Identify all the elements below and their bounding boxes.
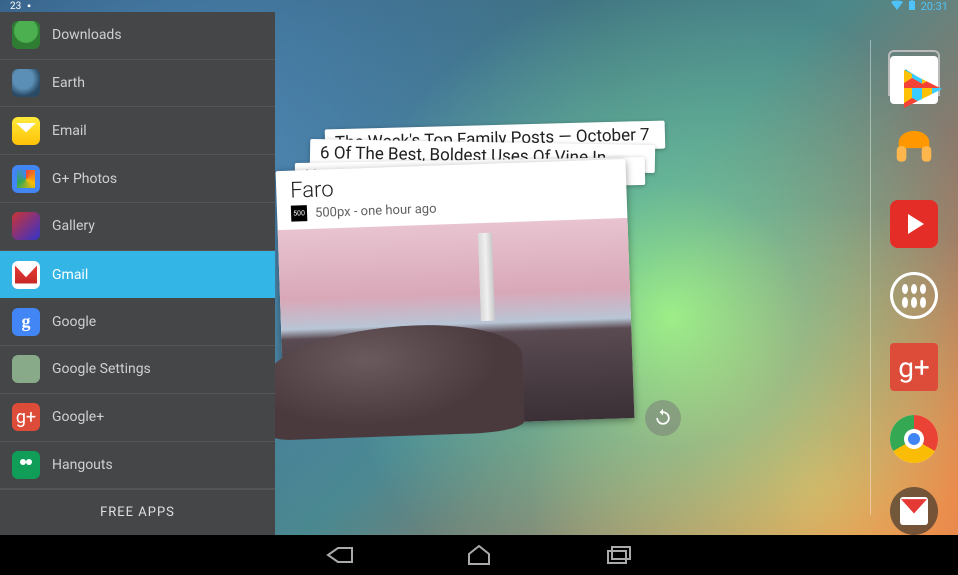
free-apps-label: FREE APPS [100,505,175,520]
battery-icon [909,0,915,13]
sd-card-icon: ▪ [27,1,31,12]
back-icon [324,544,354,566]
free-apps-button[interactable]: FREE APPS [0,489,275,535]
email-icon [12,117,40,145]
status-left-label: 23 [10,1,21,12]
status-bar: 23 ▪ 20:31 [0,0,958,12]
widget-card-image [278,218,635,430]
widget-refresh-button[interactable] [645,400,681,436]
play-music-icon[interactable] [890,128,938,176]
home-button[interactable] [459,542,499,568]
dock: g+ [870,20,958,535]
youtube-icon[interactable] [890,200,938,248]
drawer-item-gallery[interactable]: Gallery [0,203,275,251]
wifi-icon [891,0,903,13]
google-plus-icon[interactable]: g+ [890,343,938,391]
gmail-icon [12,261,40,289]
hangouts-icon [12,451,40,479]
drawer-item-hangouts[interactable]: Hangouts [0,442,275,490]
widget-card[interactable]: Faro 500 500px - one hour ago [276,159,635,430]
drawer-item-label: Google [52,314,96,330]
chrome-icon[interactable] [890,415,938,463]
recents-icon [606,545,632,565]
download-icon [12,21,40,49]
drawer-item-label: Email [52,123,87,139]
drawer-item-label: Hangouts [52,457,113,473]
home-icon [465,544,493,566]
drawer-item-google-settings[interactable]: Google Settings [0,346,275,394]
drawer-item-google-plus[interactable]: g+ Google+ [0,394,275,442]
app-drawer: Downloads Earth Email G+ Photos Gallery … [0,12,275,535]
refresh-icon [653,408,673,428]
dock-divider [870,40,871,515]
gsettings-icon [12,355,40,383]
drawer-item-google[interactable]: g Google [0,298,275,346]
drawer-item-label: Downloads [52,27,122,43]
nav-bar [0,535,958,575]
widget-card-source: 500px - one hour ago [315,201,437,220]
drawer-item-label: Gmail [52,267,88,283]
source-badge-icon: 500 [291,205,308,222]
gphotos-icon [12,165,40,193]
status-time: 20:31 [921,0,948,13]
gallery-icon [12,212,40,240]
back-button[interactable] [319,542,359,568]
drawer-item-label: Google Settings [52,361,151,377]
google-icon: g [12,308,40,336]
gmail-folder-icon[interactable] [890,487,938,535]
play-store-icon[interactable] [890,56,938,104]
drawer-item-downloads[interactable]: Downloads [0,12,275,60]
drawer-item-email[interactable]: Email [0,107,275,155]
drawer-item-label: Earth [52,75,85,91]
drawer-item-label: G+ Photos [52,171,117,187]
drawer-item-gphotos[interactable]: G+ Photos [0,155,275,203]
earth-icon [12,69,40,97]
drawer-item-label: Gallery [52,218,95,234]
drawer-item-label: Google+ [52,409,104,425]
recents-button[interactable] [599,542,639,568]
drawer-item-gmail[interactable]: Gmail [0,251,275,299]
drawer-item-earth[interactable]: Earth [0,60,275,108]
app-drawer-icon[interactable] [890,272,938,320]
gplus-icon: g+ [12,403,40,431]
